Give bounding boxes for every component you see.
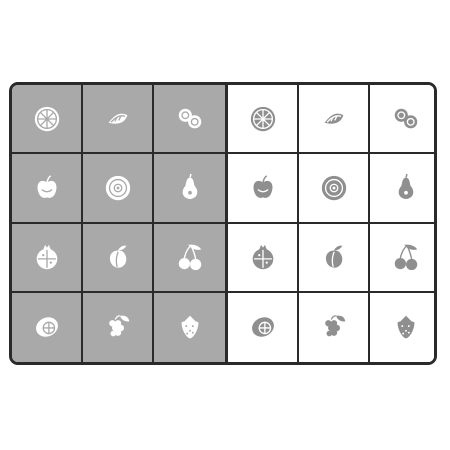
lemon-icon (32, 312, 62, 342)
right-cell-7 (228, 223, 299, 293)
right-cell-10 (228, 292, 299, 362)
pomegranate-icon (32, 242, 62, 272)
left-cell-6 (154, 154, 225, 224)
icon-sheet-board (9, 82, 437, 365)
peach-icon (103, 242, 133, 272)
left-cell-4 (12, 154, 83, 224)
orange-slice-icon (32, 104, 62, 134)
cherries-icon (391, 242, 421, 272)
left-cell-9 (154, 223, 225, 293)
pomegranate-icon (248, 242, 278, 272)
right-cell-2 (299, 85, 370, 155)
right-cell-6 (370, 154, 434, 224)
left-cell-10 (12, 292, 83, 362)
right-cell-11 (299, 292, 370, 362)
left-cell-1 (12, 85, 83, 155)
right-cell-1 (228, 85, 299, 155)
apple-icon (248, 173, 278, 203)
nuts-icon (175, 104, 205, 134)
left-cell-8 (83, 223, 154, 293)
left-cell-12 (154, 292, 225, 362)
right-cell-8 (299, 223, 370, 293)
cherries-icon (175, 242, 205, 272)
lemon-wedge-icon (103, 104, 133, 134)
right-cell-4 (228, 154, 299, 224)
strawberry-icon (391, 312, 421, 342)
right-cell-12 (370, 292, 434, 362)
left-cell-11 (83, 292, 154, 362)
right-cell-9 (370, 223, 434, 293)
left-cell-7 (12, 223, 83, 293)
left-cell-3 (154, 85, 225, 155)
left-cell-5 (83, 154, 154, 224)
lemon-icon (248, 312, 278, 342)
nuts-icon (391, 104, 421, 134)
peach-icon (319, 242, 349, 272)
orange-slice-icon (248, 104, 278, 134)
left-icon-panel (12, 85, 225, 362)
right-cell-3 (370, 85, 434, 155)
kiwi-icon (319, 173, 349, 203)
kiwi-icon (103, 173, 133, 203)
strawberry-icon (175, 312, 205, 342)
lemon-wedge-icon (319, 104, 349, 134)
apple-icon (32, 173, 62, 203)
right-cell-5 (299, 154, 370, 224)
right-icon-panel (228, 85, 434, 362)
grapes-icon (103, 312, 133, 342)
left-cell-2 (83, 85, 154, 155)
grapes-icon (319, 312, 349, 342)
pear-icon (391, 173, 421, 203)
pear-icon (175, 173, 205, 203)
